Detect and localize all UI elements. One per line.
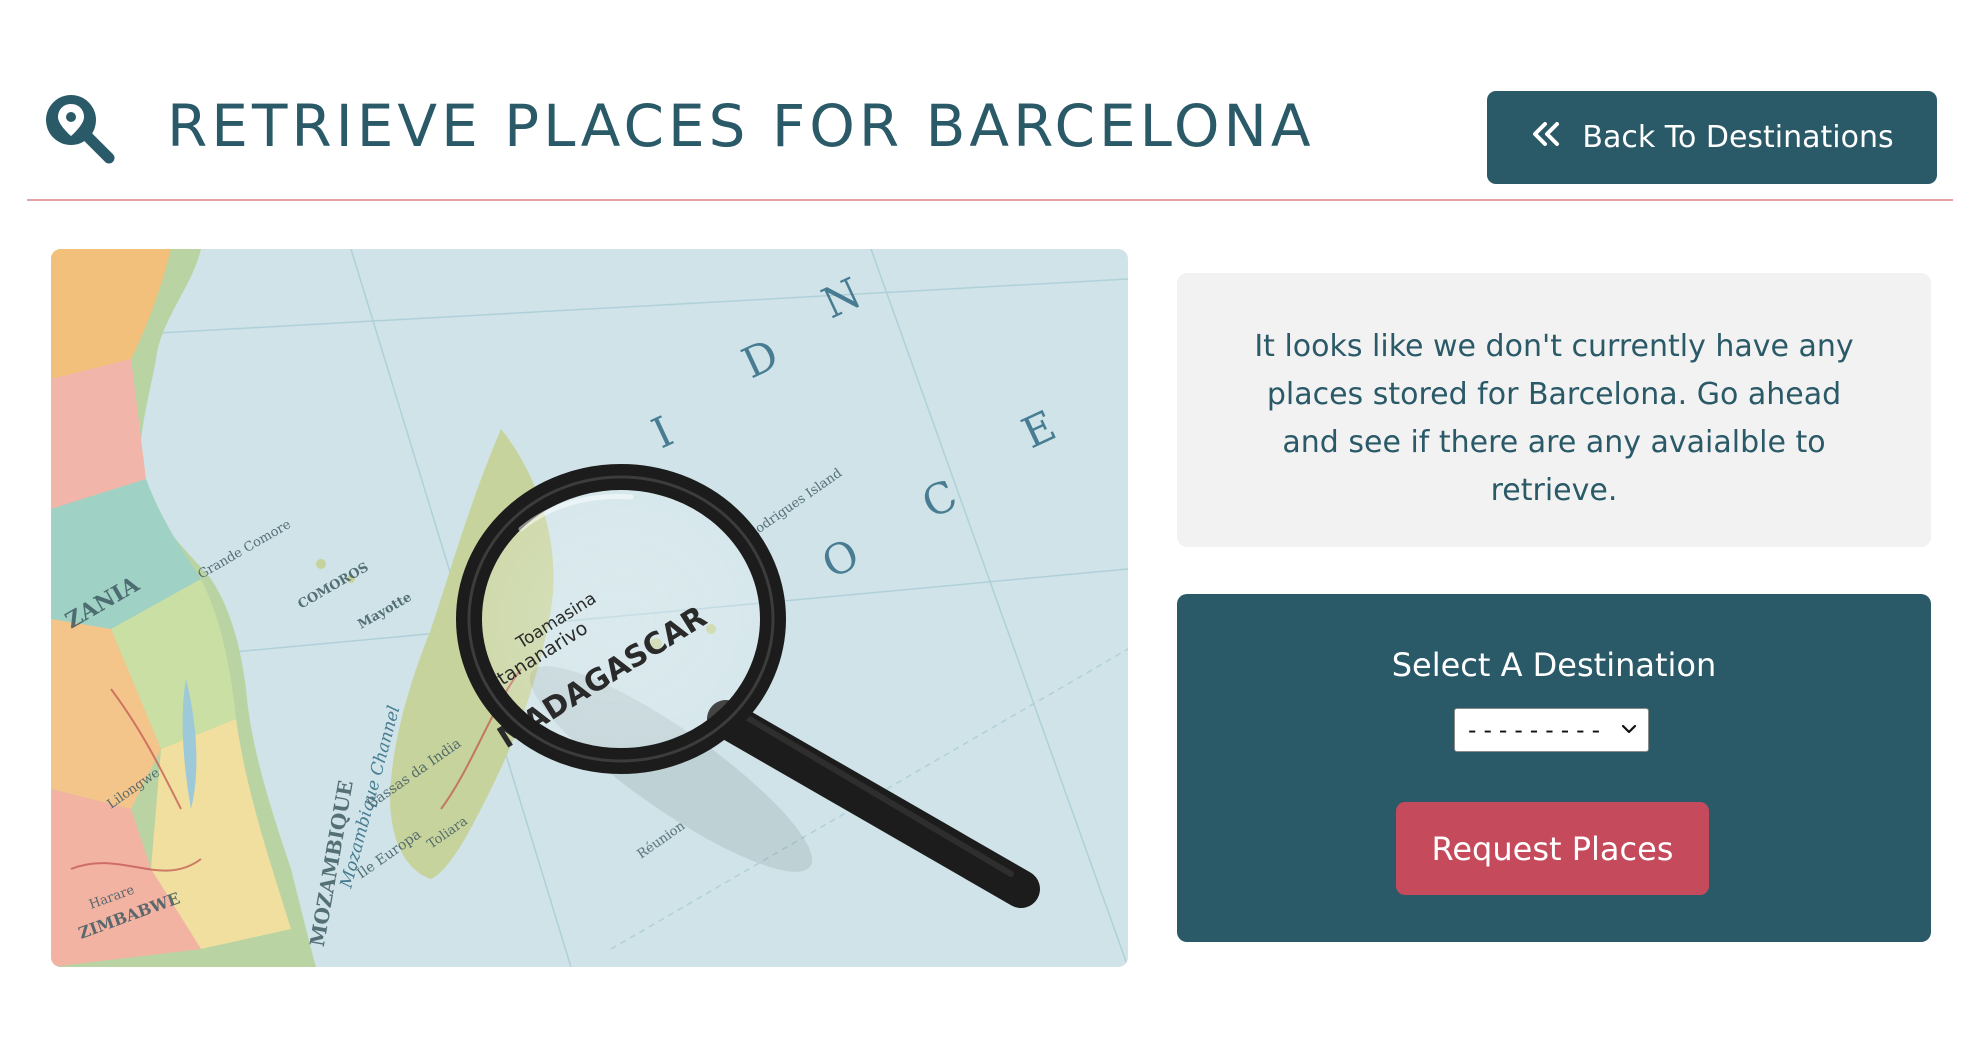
no-places-message: It looks like we don't currently have an… — [1254, 329, 1854, 508]
destination-select[interactable]: --------- — [1454, 708, 1649, 752]
destination-select-label: Select A Destination — [1391, 646, 1717, 684]
chevron-down-icon — [1620, 716, 1638, 744]
map-magnifier-image: N D I E C O ZANIA MOZAMBIQUE Grande Como… — [51, 249, 1128, 967]
back-to-destinations-button[interactable]: Back To Destinations — [1487, 91, 1937, 184]
page-title: RETRIEVE PLACES FOR BARCELONA — [167, 92, 1315, 160]
page: RETRIEVE PLACES FOR BARCELONA Back To De… — [0, 0, 1980, 1058]
header-divider — [27, 199, 1953, 201]
double-chevron-left-icon — [1530, 118, 1562, 158]
request-places-button[interactable]: Request Places — [1396, 802, 1709, 895]
destination-form: Select A Destination --------- Request P… — [1177, 594, 1931, 942]
back-button-label: Back To Destinations — [1582, 120, 1894, 155]
destination-select-value: --------- — [1465, 716, 1605, 744]
location-search-icon — [41, 90, 117, 166]
no-places-message-card: It looks like we don't currently have an… — [1177, 273, 1931, 547]
page-header: RETRIEVE PLACES FOR BARCELONA Back To De… — [27, 85, 1953, 200]
